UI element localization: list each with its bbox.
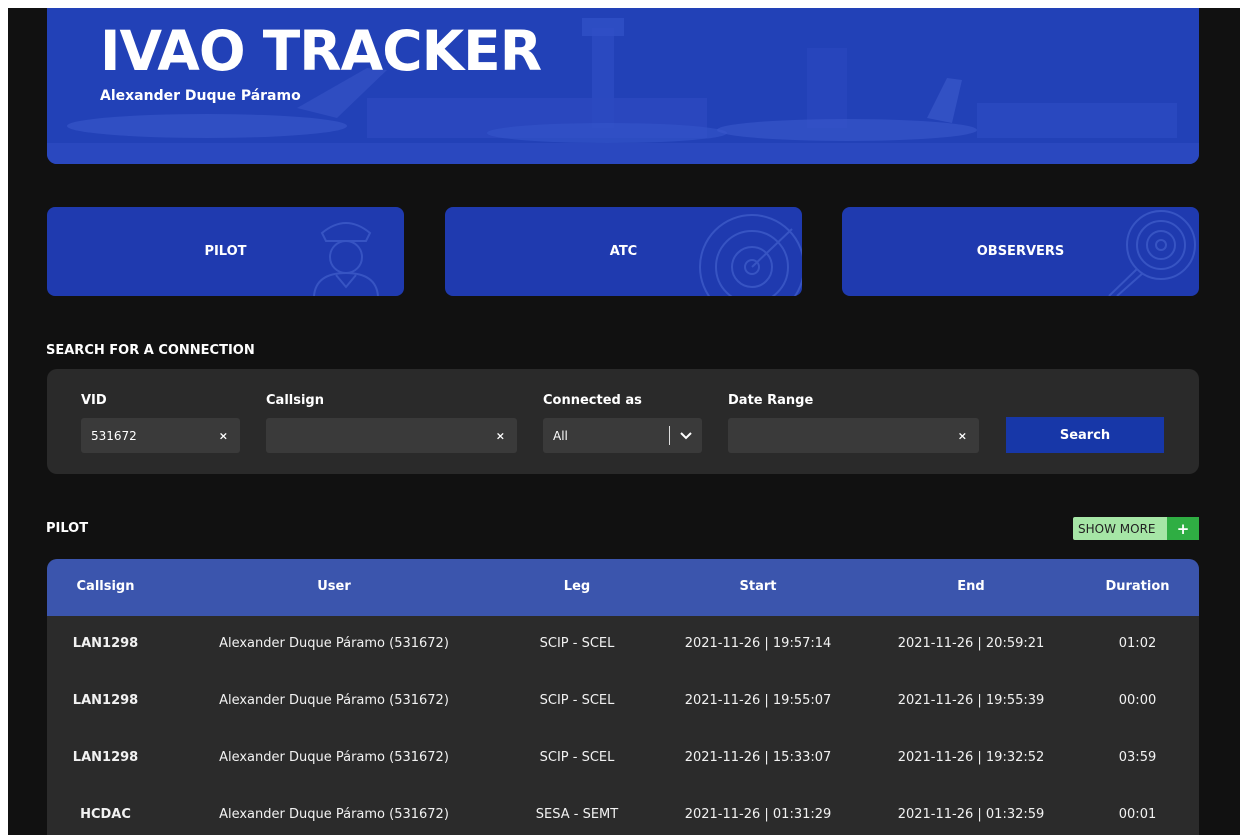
radar-icon bbox=[699, 214, 802, 296]
cell-end: 2021-11-26 | 19:55:39 bbox=[897, 693, 1045, 708]
connected-as-select[interactable]: All bbox=[543, 418, 702, 453]
callsign-clear-icon[interactable]: × bbox=[496, 429, 505, 442]
app-title: IVAO TRACKER bbox=[100, 19, 542, 83]
vid-label: VID bbox=[81, 393, 107, 408]
cell-duration: 00:01 bbox=[1118, 807, 1157, 822]
search-section-title: SEARCH FOR A CONNECTION bbox=[46, 343, 255, 358]
col-user[interactable]: User bbox=[164, 579, 504, 594]
cell-start: 2021-11-26 | 19:57:14 bbox=[684, 636, 832, 651]
atc-card-label: ATC bbox=[609, 244, 638, 259]
col-callsign[interactable]: Callsign bbox=[47, 579, 164, 594]
date-range-clear-icon[interactable]: × bbox=[958, 429, 967, 442]
select-divider bbox=[669, 426, 670, 445]
vid-clear-icon[interactable]: × bbox=[219, 429, 228, 442]
cell-user: Alexander Duque Páramo (531672) bbox=[219, 807, 449, 822]
cell-callsign: LAN1298 bbox=[72, 693, 139, 708]
cell-duration: 01:02 bbox=[1118, 636, 1157, 651]
table-row[interactable]: HCDAC Alexander Duque Páramo (531672) SE… bbox=[47, 787, 1199, 835]
cell-start: 2021-11-26 | 15:33:07 bbox=[684, 750, 832, 765]
callsign-field[interactable]: × bbox=[266, 418, 517, 453]
cell-callsign: HCDAC bbox=[80, 807, 131, 822]
cell-leg: SCIP - SCEL bbox=[539, 693, 615, 708]
show-more-button[interactable]: SHOW MORE + bbox=[1073, 517, 1199, 540]
observers-card-label: OBSERVERS bbox=[976, 244, 1065, 259]
cell-leg: SCIP - SCEL bbox=[539, 636, 615, 651]
cell-start: 2021-11-26 | 01:31:29 bbox=[684, 807, 832, 822]
cell-user: Alexander Duque Páramo (531672) bbox=[219, 693, 449, 708]
observers-card[interactable]: OBSERVERS bbox=[842, 207, 1199, 296]
cell-user: Alexander Duque Páramo (531672) bbox=[219, 636, 449, 651]
connected-as-label: Connected as bbox=[543, 393, 642, 408]
cell-duration: 00:00 bbox=[1118, 693, 1157, 708]
pilot-icon bbox=[313, 222, 379, 296]
connected-as-value: All bbox=[553, 428, 568, 443]
date-range-label: Date Range bbox=[728, 393, 814, 408]
observer-radar-icon bbox=[1108, 210, 1196, 296]
plus-icon: + bbox=[1167, 517, 1199, 540]
cell-end: 2021-11-26 | 01:32:59 bbox=[897, 807, 1045, 822]
atc-card[interactable]: ATC bbox=[445, 207, 802, 296]
chevron-down-icon[interactable] bbox=[680, 431, 692, 440]
pilot-section-title: PILOT bbox=[46, 521, 89, 536]
hero-banner: IVAO TRACKER Alexander Duque Páramo bbox=[47, 8, 1199, 164]
col-leg[interactable]: Leg bbox=[504, 579, 650, 594]
table-header: Callsign User Leg Start End Duration bbox=[47, 559, 1199, 616]
callsign-label: Callsign bbox=[266, 393, 324, 408]
cell-end: 2021-11-26 | 20:59:21 bbox=[897, 636, 1045, 651]
table-row[interactable]: LAN1298 Alexander Duque Páramo (531672) … bbox=[47, 730, 1199, 787]
col-duration[interactable]: Duration bbox=[1076, 579, 1199, 594]
cell-callsign: LAN1298 bbox=[72, 636, 139, 651]
cell-callsign: LAN1298 bbox=[72, 750, 139, 765]
table-row[interactable]: LAN1298 Alexander Duque Páramo (531672) … bbox=[47, 616, 1199, 673]
search-button[interactable]: Search bbox=[1006, 417, 1164, 453]
pilot-card[interactable]: PILOT bbox=[47, 207, 404, 296]
cell-end: 2021-11-26 | 19:32:52 bbox=[897, 750, 1045, 765]
vid-field[interactable]: 531672 × bbox=[81, 418, 240, 453]
cell-start: 2021-11-26 | 19:55:07 bbox=[684, 693, 832, 708]
user-name: Alexander Duque Páramo bbox=[100, 88, 301, 104]
pilot-card-label: PILOT bbox=[204, 244, 247, 259]
cell-leg: SESA - SEMT bbox=[535, 807, 619, 822]
search-panel: VID 531672 × Callsign × Connected as All… bbox=[47, 369, 1199, 474]
date-range-field[interactable]: × bbox=[728, 418, 979, 453]
cell-duration: 03:59 bbox=[1118, 750, 1157, 765]
page: IVAO TRACKER Alexander Duque Páramo PILO… bbox=[8, 8, 1240, 835]
vid-value: 531672 bbox=[91, 428, 137, 443]
table-row[interactable]: LAN1298 Alexander Duque Páramo (531672) … bbox=[47, 673, 1199, 730]
col-end[interactable]: End bbox=[866, 579, 1076, 594]
show-more-label: SHOW MORE bbox=[1078, 521, 1156, 536]
cell-leg: SCIP - SCEL bbox=[539, 750, 615, 765]
col-start[interactable]: Start bbox=[650, 579, 866, 594]
pilot-table: Callsign User Leg Start End Duration LAN… bbox=[47, 559, 1199, 835]
cell-user: Alexander Duque Páramo (531672) bbox=[219, 750, 449, 765]
